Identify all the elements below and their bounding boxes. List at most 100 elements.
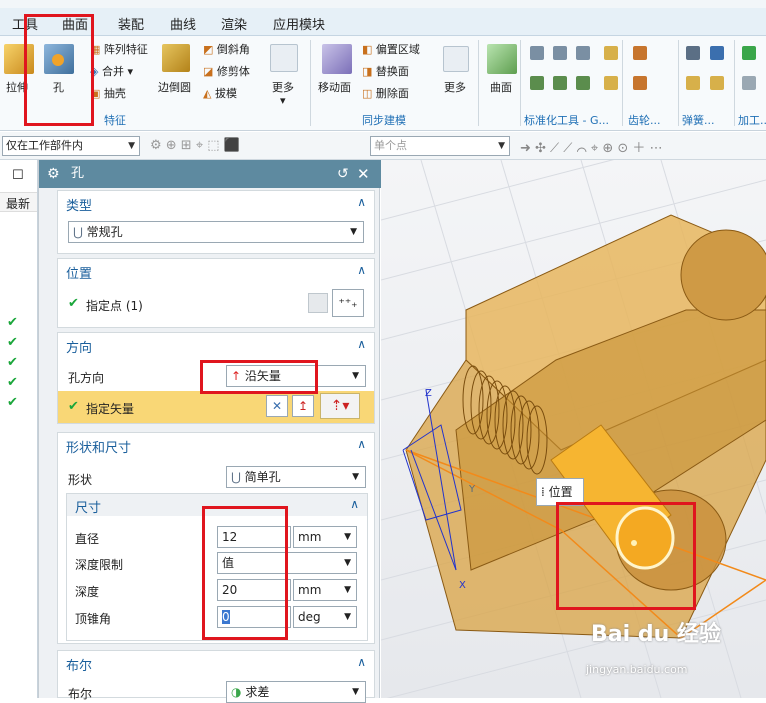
spring-icon[interactable]: [686, 46, 700, 60]
menu-surface[interactable]: 曲面: [62, 14, 88, 33]
watermark-logo: Bai du 经验: [591, 622, 721, 647]
menu-application[interactable]: 应用模块: [273, 14, 325, 33]
dimensions-header[interactable]: 尺寸: [75, 497, 101, 516]
gear-icon[interactable]: [633, 46, 647, 60]
graphics-viewport[interactable]: Z X Y ⁞ 位置 Bai du 经验 jingyan.baidu.com: [381, 160, 766, 698]
shape-select[interactable]: ⋃ 简单孔 ▼: [226, 466, 366, 488]
menu-assembly[interactable]: 装配: [118, 14, 144, 33]
scope-select[interactable]: 仅在工作部件内 ▼: [2, 136, 140, 156]
boolean-select[interactable]: ◑ 求差 ▼: [226, 681, 366, 703]
tip-angle-input[interactable]: 0: [217, 606, 291, 628]
hole-label[interactable]: 孔: [53, 79, 64, 95]
collapse-icon[interactable]: ∧: [357, 437, 366, 451]
close-icon[interactable]: ✕: [357, 160, 370, 188]
extrude-icon[interactable]: [4, 44, 34, 74]
spring-icon[interactable]: [710, 46, 724, 60]
menu-curve[interactable]: 曲线: [170, 14, 196, 33]
pattern-feature-button[interactable]: ▦ 阵列特征: [90, 41, 148, 57]
axis-x-label: X: [459, 580, 466, 591]
boolean-header[interactable]: 布尔: [66, 655, 92, 674]
gear-icon[interactable]: [633, 76, 647, 90]
check-icon: ✔: [7, 395, 18, 410]
collapse-icon[interactable]: ∧: [357, 195, 366, 209]
collapse-icon[interactable]: ∧: [350, 497, 359, 511]
reverse-direction-icon[interactable]: ✕: [266, 395, 288, 417]
depth-input[interactable]: 20: [217, 579, 291, 601]
replace-face-button[interactable]: ◨ 替换面: [362, 63, 409, 79]
tool-icon[interactable]: [530, 46, 544, 60]
window-restore-icon[interactable]: ☐: [12, 168, 24, 183]
chevron-down-icon[interactable]: ▾: [280, 94, 286, 107]
extrude-label[interactable]: 拉伸: [6, 79, 28, 95]
point-dialog-button[interactable]: ⁺⁺₊: [332, 289, 364, 317]
shell-button[interactable]: ▣ 抽壳: [90, 85, 126, 101]
combine-button[interactable]: ◈ 合并 ▾: [90, 63, 133, 79]
edge-blend-icon[interactable]: [162, 44, 190, 72]
move-face-icon[interactable]: [322, 44, 352, 74]
vector-type-icon[interactable]: ⇡▾: [320, 393, 360, 419]
group-gear-label[interactable]: 齿轮...: [628, 112, 661, 128]
tool-icon[interactable]: [576, 76, 590, 90]
gear-icon[interactable]: [604, 46, 618, 60]
edge-blend-label[interactable]: 边倒圆: [158, 79, 191, 95]
gear-icon[interactable]: [604, 76, 618, 90]
dimensions-subsection: 尺寸 ∧ 直径 12 mm ▼ 深度限制 值 ▼ 深度 20 mm ▼ 顶锥角 0 d…: [66, 493, 368, 641]
menu-render[interactable]: 渲染: [221, 14, 247, 33]
move-face-label[interactable]: 移动面: [318, 79, 351, 95]
type-select[interactable]: ⋃ 常规孔 ▼: [68, 221, 364, 243]
gear-icon[interactable]: ⚙: [47, 160, 60, 188]
chamfer-button[interactable]: ◩ 倒斜角: [203, 41, 250, 57]
more-feature-icon[interactable]: [270, 44, 298, 72]
part-navigator-column: ☐ 最新 ✔ ✔ ✔ ✔ ✔: [0, 160, 38, 698]
collapse-icon[interactable]: ∧: [357, 337, 366, 351]
diameter-unit-select[interactable]: mm ▼: [293, 526, 357, 548]
group-spring-label[interactable]: 弹簧...: [682, 112, 715, 128]
tip-angle-unit-select[interactable]: deg ▼: [293, 606, 357, 628]
shape-size-header[interactable]: 形状和尺寸: [66, 437, 131, 456]
spring-icon[interactable]: [686, 76, 700, 90]
trim-body-button[interactable]: ◪ 修剪体: [203, 63, 250, 79]
sketch-icon[interactable]: [308, 293, 328, 313]
offset-region-button[interactable]: ◧ 偏置区域: [362, 41, 420, 57]
delete-face-button[interactable]: ◫ 删除面: [362, 85, 409, 101]
direction-header[interactable]: 方向: [66, 337, 92, 356]
surface-label[interactable]: 曲面: [490, 79, 512, 95]
check-icon: ✔: [7, 375, 18, 390]
filter-icon[interactable]: ⚙ ⊕ ⊞ ⌖ ⬚ ⬛: [150, 138, 240, 153]
surface-icon[interactable]: [487, 44, 517, 74]
specify-vector-row[interactable]: ✔ 指定矢量 ✕ ↥ ⇡▾: [58, 391, 374, 423]
spring-icon[interactable]: [710, 76, 724, 90]
snap-select[interactable]: 单个点 ▼: [370, 136, 510, 156]
type-header[interactable]: 类型: [66, 195, 92, 214]
tool-icon[interactable]: [530, 76, 544, 90]
more-sync-icon[interactable]: [443, 46, 469, 72]
check-icon: ✔: [7, 315, 18, 330]
dialog-title-bar: ⚙ 孔 ↺ ✕: [39, 160, 381, 188]
more-feature-label[interactable]: 更多: [272, 79, 294, 95]
boolean-section: 布尔 ∧ 布尔 ◑ 求差 ▼: [57, 650, 375, 703]
depth-unit-select[interactable]: mm ▼: [293, 579, 357, 601]
group-std-parts-label[interactable]: 标准化工具 - G...: [524, 112, 609, 128]
selection-toolbar: 仅在工作部件内 ▼ ⚙ ⊕ ⊞ ⌖ ⬚ ⬛ 单个点 ▼ ➜ ✣ ⟋ ⟋ ⌒ ⌖ ⊕ …: [0, 132, 766, 160]
group-sync-label: 同步建模: [362, 114, 406, 127]
collapse-icon[interactable]: ∧: [357, 655, 366, 669]
machining-icon[interactable]: [742, 76, 756, 90]
tool-icon[interactable]: [576, 46, 590, 60]
depth-limit-select[interactable]: 值 ▼: [217, 552, 357, 574]
more-sync-label[interactable]: 更多: [444, 79, 466, 95]
group-machining-label[interactable]: 加工...: [738, 112, 766, 128]
vector-dialog-icon[interactable]: ↥: [292, 395, 314, 417]
reset-icon[interactable]: ↺: [337, 160, 349, 188]
hole-direction-label: 孔方向: [68, 371, 105, 385]
draft-button[interactable]: ◭ 拔模: [203, 85, 237, 101]
machining-icon[interactable]: [742, 46, 756, 60]
hole-direction-select[interactable]: ↑ 沿矢量 ▼: [226, 365, 366, 387]
collapse-icon[interactable]: ∧: [357, 263, 366, 277]
snap-point-icon[interactable]: ➜ ✣ ⟋ ⟋ ⌒ ⌖ ⊕ ⊙ ＋ ⋯: [520, 137, 663, 156]
menu-tools[interactable]: 工具: [12, 14, 38, 33]
tool-icon[interactable]: [553, 76, 567, 90]
position-header[interactable]: 位置: [66, 263, 92, 282]
hole-icon[interactable]: [44, 44, 74, 74]
tool-icon[interactable]: [553, 46, 567, 60]
diameter-input[interactable]: 12: [217, 526, 291, 548]
